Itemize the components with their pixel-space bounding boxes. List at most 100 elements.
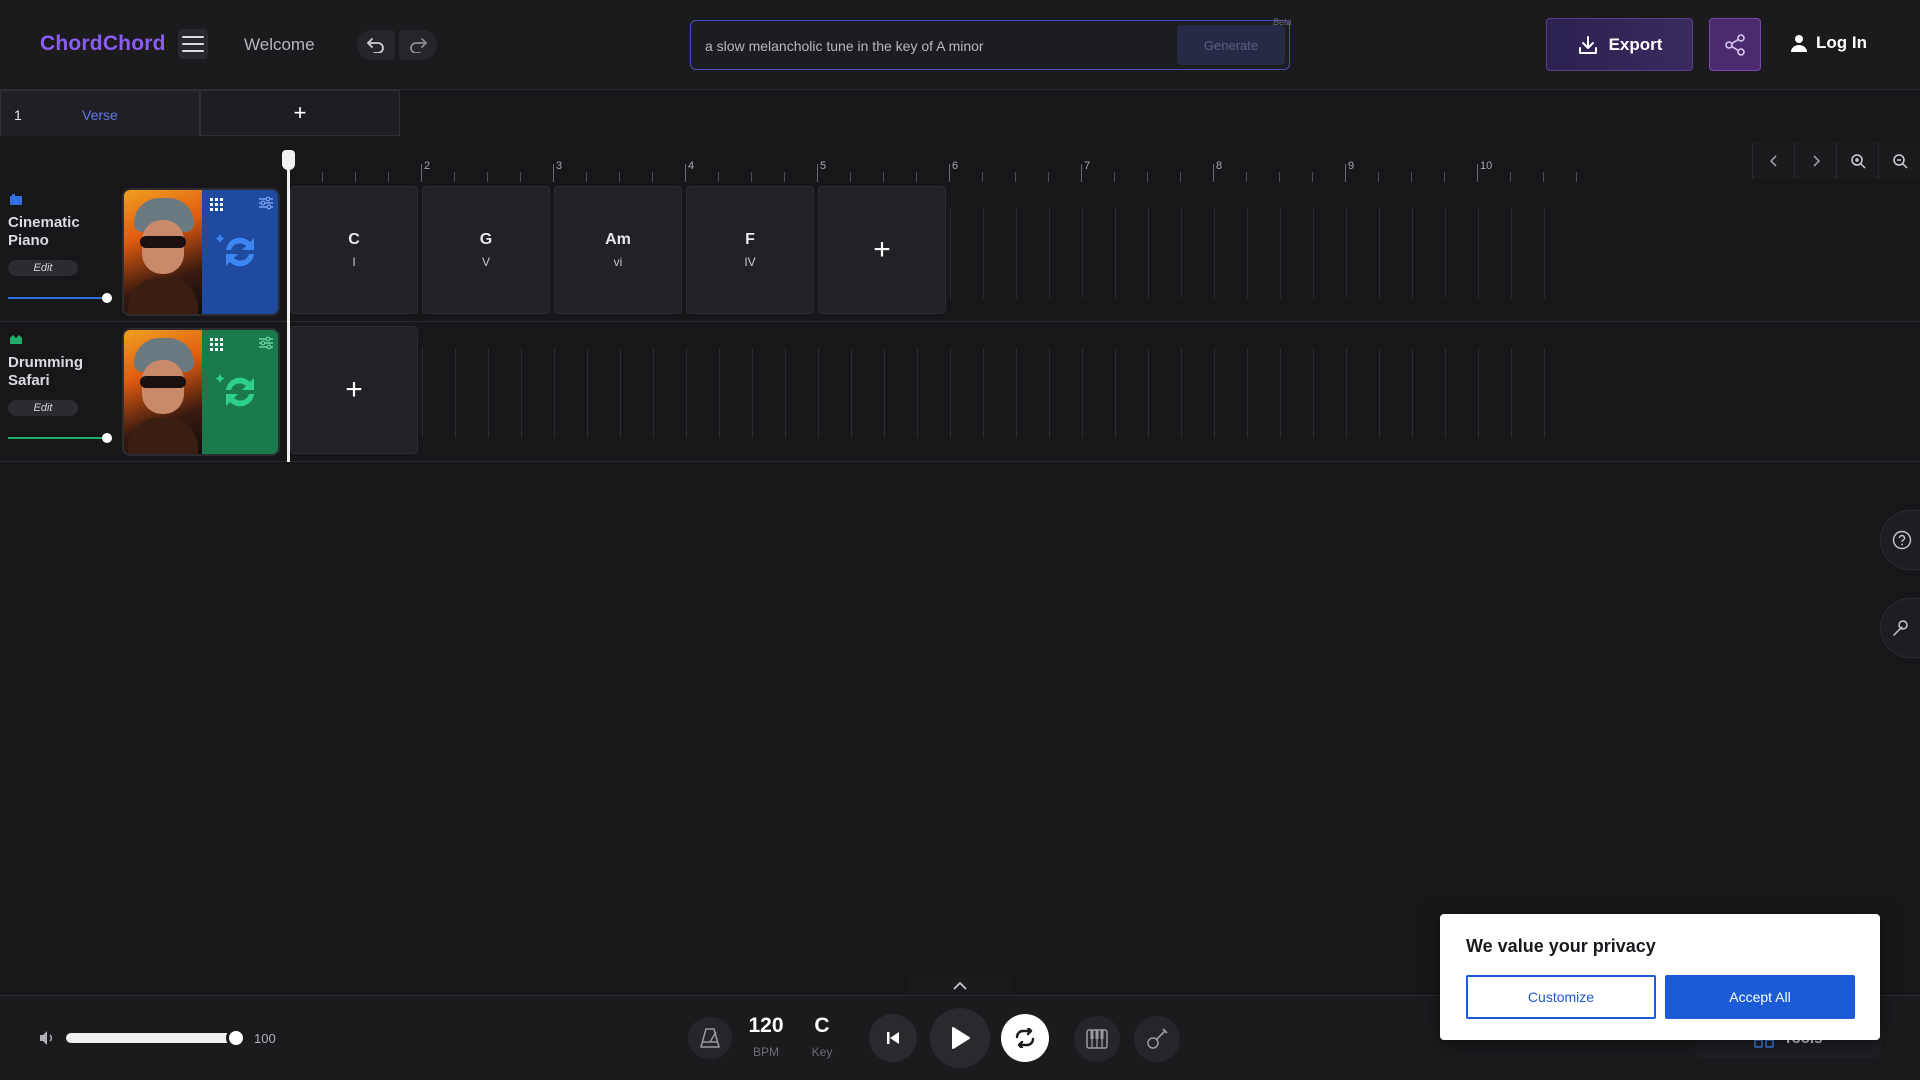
skip-back-button[interactable] [869,1014,917,1062]
export-button[interactable]: Export [1546,18,1693,71]
ruler-tick [1576,172,1577,182]
beat-gridline [587,348,588,438]
beat-gridline [1445,348,1446,438]
beat-gridline [1379,348,1380,438]
prompt-input[interactable] [705,35,1145,57]
zoom-out-button[interactable] [1878,143,1920,179]
track-volume-slider[interactable] [8,437,108,439]
guitar-view-button[interactable] [1134,1016,1180,1062]
add-section-button[interactable]: + [200,90,400,136]
accept-all-button[interactable]: Accept All [1665,975,1855,1019]
track-volume-slider[interactable] [8,297,108,299]
ruler-tick [586,172,587,182]
ruler-bar-number: 10 [1480,160,1493,172]
track-name: Cinematic Piano [8,214,80,249]
login-button[interactable]: Log In [1790,33,1867,53]
ruler-tick [1444,172,1445,182]
master-volume-handle[interactable] [226,1028,246,1048]
beat-gridline [1544,348,1545,438]
ruler-tick [619,172,620,182]
instrument-card[interactable] [122,188,280,316]
sliders-icon[interactable] [258,336,274,350]
app-logo[interactable]: ChordChord [40,32,166,56]
ruler-tick [1180,172,1181,182]
link-tool-button[interactable] [1880,598,1920,658]
grid-icon[interactable] [210,198,224,212]
key-value[interactable]: C [802,1014,842,1038]
ruler-tick [388,172,389,182]
beat-gridline [1280,348,1281,438]
chord-cell[interactable]: F IV [686,186,814,314]
beta-badge: Beta [1273,17,1292,27]
add-chord-button[interactable]: + [290,326,418,454]
undo-icon [367,38,384,53]
grid-icon[interactable] [210,338,224,352]
master-volume-slider[interactable] [66,1033,240,1043]
section-name[interactable]: Verse [82,107,118,123]
track-volume-handle[interactable] [102,433,112,443]
edit-track-button[interactable]: Edit [8,400,78,416]
add-chord-button[interactable]: + [818,186,946,314]
chevron-up-icon [953,981,967,990]
regenerate-icon[interactable] [216,368,264,416]
beat-gridline [1049,348,1050,438]
chord-cell[interactable]: CI [290,186,418,314]
undo-button[interactable] [357,30,395,60]
beat-gridline [1247,208,1248,298]
playhead-handle[interactable] [282,150,295,170]
edit-track-button[interactable]: Edit [8,260,78,276]
beat-gridline [686,348,687,438]
beat-gridline [851,348,852,438]
share-button[interactable] [1709,18,1761,71]
chord-name: F [745,231,755,248]
instrument-artwork [124,330,202,454]
zoom-in-button[interactable] [1836,143,1878,179]
piano-view-button[interactable] [1074,1016,1120,1062]
instrument-card[interactable] [122,328,280,456]
scroll-right-button[interactable] [1794,143,1836,179]
export-label: Export [1608,34,1663,54]
beat-gridline [1313,208,1314,298]
generate-button[interactable]: Generate [1177,25,1285,65]
loop-button[interactable] [1001,1014,1049,1062]
chord-cell[interactable]: GV [422,186,550,314]
ruler-tick [850,172,851,182]
ruler-tick [355,172,356,182]
customize-button[interactable]: Customize [1466,975,1656,1019]
ruler-tick [1477,164,1478,182]
track-volume-handle[interactable] [102,293,112,303]
beat-gridline [1148,348,1149,438]
ruler-bar-number: 9 [1348,160,1355,172]
ruler-bar-number: 5 [820,160,827,172]
track-header: Cinematic Piano Edit [0,182,282,322]
regenerate-icon[interactable] [216,228,264,276]
ruler-tick [520,172,521,182]
ruler-tick [1048,172,1049,182]
beat-gridline [1478,208,1479,298]
menu-button[interactable] [178,29,208,59]
sliders-icon[interactable] [258,196,274,210]
metronome-button[interactable] [688,1017,732,1059]
beat-gridline [1115,208,1116,298]
redo-button[interactable] [399,30,437,60]
timeline-ruler[interactable]: 2 3 4 5 6 7 8 9 10 [289,148,1589,182]
top-header: ChordChord Welcome Generate Beta Export … [0,0,1920,90]
play-button[interactable] [930,1008,990,1068]
beat-gridline [1511,348,1512,438]
piano-icon [10,194,22,205]
help-button[interactable] [1880,510,1920,570]
beat-gridline [950,208,951,298]
section-tab-verse[interactable]: 1 Verse [0,90,200,136]
beat-gridline [1478,348,1479,438]
beat-gridline [983,208,984,298]
redo-icon [410,38,427,53]
volume-icon[interactable] [38,1029,56,1047]
expand-panel-button[interactable] [908,975,1012,997]
chord-cell[interactable]: Am vi [554,186,682,314]
beat-gridline [1016,208,1017,298]
bpm-value[interactable]: 120 [744,1014,788,1038]
beat-gridline [1544,208,1545,298]
welcome-link[interactable]: Welcome [244,35,315,55]
ruler-tick [1543,172,1544,182]
scroll-left-button[interactable] [1752,143,1794,179]
